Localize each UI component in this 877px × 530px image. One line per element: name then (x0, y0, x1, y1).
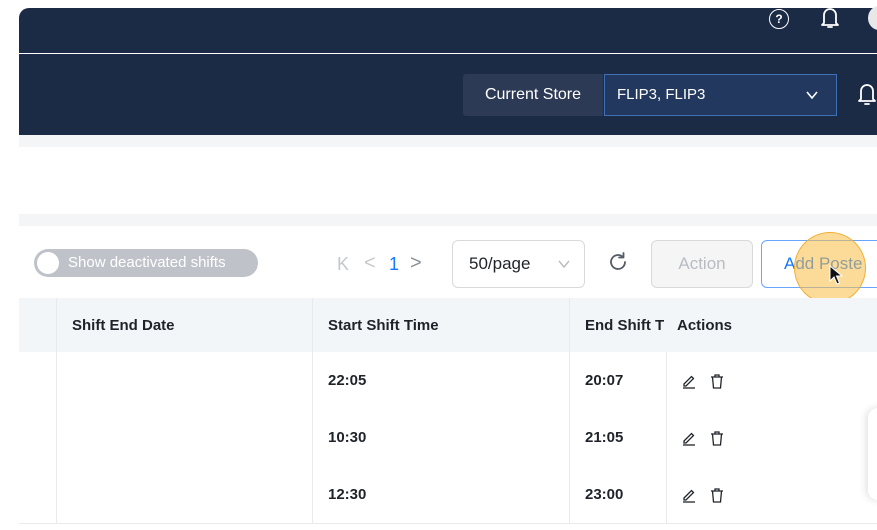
toggle-label: Show deactivated shifts (68, 254, 226, 271)
side-drawer-edge[interactable] (868, 408, 877, 500)
table-header-row: Shift End Date Start Shift Time End Shif… (19, 298, 877, 353)
actions-cell (667, 409, 877, 466)
shift-end-date-cell (57, 409, 313, 466)
table-row: 10:30 21:05 (19, 409, 877, 467)
current-store-label: Current Store (463, 74, 603, 116)
shift-end-date-cell (57, 466, 313, 523)
table-cell (19, 352, 57, 409)
start-shift-time-cell: 12:30 (313, 466, 570, 523)
edit-icon[interactable] (681, 487, 697, 503)
shift-end-date-cell (57, 352, 313, 409)
store-select[interactable]: FLIP3, FLIP3 (604, 74, 837, 116)
actions-cell (667, 352, 877, 409)
store-select-value: FLIP3, FLIP3 (617, 86, 706, 103)
end-shift-time-cell: 20:07 (570, 352, 667, 409)
end-shift-time-cell: 21:05 (570, 409, 667, 466)
page-size-select[interactable]: 50/page (452, 240, 585, 288)
table-cell (19, 409, 57, 466)
delete-icon[interactable] (709, 430, 725, 446)
actions-cell (667, 466, 877, 523)
delete-icon[interactable] (709, 487, 725, 503)
pagination-prev-button[interactable]: < (364, 252, 376, 275)
section-divider (19, 214, 877, 226)
edit-icon[interactable] (681, 373, 697, 389)
header-start-shift-time[interactable]: Start Shift Time (313, 298, 570, 352)
header-end-shift-time[interactable]: End Shift T (570, 298, 667, 352)
mouse-cursor-icon (829, 265, 843, 285)
pagination-current-page[interactable]: 1 (389, 254, 399, 275)
show-deactivated-toggle[interactable]: Show deactivated shifts (34, 249, 258, 277)
chevron-down-icon (558, 260, 570, 269)
help-icon[interactable]: ? (769, 9, 789, 29)
chevron-down-icon (806, 91, 818, 100)
refresh-icon[interactable] (606, 250, 630, 274)
header-shift-end-date[interactable]: Shift End Date (57, 298, 313, 352)
section-divider (19, 135, 877, 147)
delete-icon[interactable] (709, 373, 725, 389)
end-shift-time-cell: 23:00 (570, 466, 667, 523)
notification-bell-icon[interactable] (818, 5, 842, 31)
start-shift-time-cell: 10:30 (313, 409, 570, 466)
pagination-next-button[interactable]: > (410, 252, 422, 275)
table-row: 12:30 23:00 (19, 466, 877, 524)
table-row: 22:05 20:07 (19, 352, 877, 410)
pagination-first-button[interactable]: K (337, 254, 349, 275)
page-size-value: 50/page (469, 254, 531, 273)
notification-bell-icon-secondary[interactable] (855, 80, 877, 108)
table-cell (19, 466, 57, 523)
edit-icon[interactable] (681, 430, 697, 446)
table-header-cell (19, 298, 57, 352)
start-shift-time-cell: 22:05 (313, 352, 570, 409)
header-actions: Actions (677, 316, 733, 334)
top-nav-bar (19, 8, 877, 53)
action-button[interactable]: Action (651, 240, 753, 288)
toggle-knob (37, 252, 59, 274)
